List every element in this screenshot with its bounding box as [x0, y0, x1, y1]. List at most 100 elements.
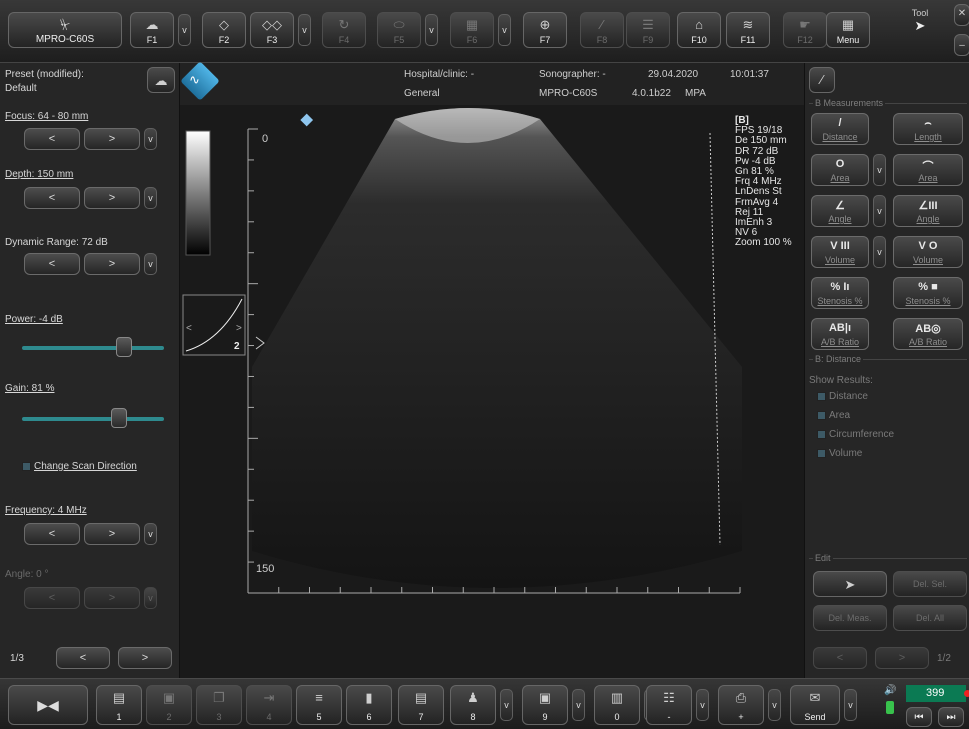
close-button[interactable]: ✕ [954, 4, 969, 26]
function-key-f11[interactable]: ≋ F11 [726, 12, 770, 48]
bottom-key-dropdown[interactable]: v [500, 689, 513, 721]
function-key-f12[interactable]: ☛ F12 [783, 12, 827, 48]
menu-button[interactable]: ▦ Menu [826, 12, 870, 48]
bottom-key-5[interactable]: ≡ 5 [296, 685, 342, 725]
show-distance-checkbox[interactable]: Distance [817, 391, 868, 402]
bottom-key-3[interactable]: ❐ 3 [196, 685, 242, 725]
bottom-key-4[interactable]: ⇥ 4 [246, 685, 292, 725]
depth-next-button[interactable]: > [84, 187, 140, 209]
function-key-f1[interactable]: ☁ F1 [130, 12, 174, 48]
focus-next-button[interactable]: > [84, 128, 140, 150]
measure-tool-button[interactable]: ∕ [809, 67, 835, 93]
select-pointer-button[interactable]: ➤ [813, 571, 887, 597]
measure-angle-button[interactable]: ∠ Angle [811, 195, 869, 227]
ultrasound-scan[interactable]: < > [180, 105, 804, 678]
measure-dropdown-button[interactable]: v [873, 154, 886, 186]
cine-first-button[interactable]: ⏮ [906, 707, 932, 727]
bottom-key-plus[interactable]: ⎙ + [718, 685, 764, 725]
checkbox-box[interactable] [817, 392, 826, 401]
bottom-key-dropdown[interactable]: v [572, 689, 585, 721]
cine-last-button[interactable]: ⏭ [938, 707, 964, 727]
angle-dropdown-button[interactable]: v [144, 587, 157, 609]
dynamic-range-dropdown-button[interactable]: v [144, 253, 157, 275]
bottom-key-send[interactable]: ✉ Send [790, 685, 840, 725]
bottom-key-2[interactable]: ▣ 2 [146, 685, 192, 725]
measure-stenosis--button[interactable]: % ■ Stenosis % [893, 277, 963, 309]
checkbox-box[interactable] [817, 449, 826, 458]
focus-prev-button[interactable]: < [24, 128, 80, 150]
angle-next-button[interactable]: > [84, 587, 140, 609]
probe-button[interactable]: ⏧ MPRO-C60S [8, 12, 122, 48]
left-page-next-button[interactable]: > [118, 647, 172, 669]
checkbox-box[interactable] [817, 430, 826, 439]
measure-stenosis--button[interactable]: % Iı Stenosis % [811, 277, 869, 309]
checkbox-box[interactable] [22, 462, 31, 471]
measure-volume-button[interactable]: V III Volume [811, 236, 869, 268]
function-key-f1-dropdown[interactable]: v [178, 14, 191, 46]
measure-area-button[interactable]: ⌒ Area [893, 154, 963, 186]
bottom-key-minus[interactable]: ☷ - [646, 685, 692, 725]
function-key-f6-dropdown[interactable]: v [498, 14, 511, 46]
image-param-line: Zoom 100 % [735, 237, 792, 249]
measure-distance-button[interactable]: / Distance [811, 113, 869, 145]
measure-dropdown-button[interactable]: v [873, 195, 886, 227]
frequency-next-button[interactable]: > [84, 523, 140, 545]
gain-slider[interactable] [22, 408, 164, 428]
right-page-next-button[interactable]: > [875, 647, 929, 669]
power-slider-handle[interactable] [116, 337, 133, 357]
measure-a-b-ratio-button[interactable]: AB|ı A/B Ratio [811, 318, 869, 350]
minimize-button[interactable]: – [954, 34, 969, 56]
pages-icon: ▤ [414, 690, 428, 705]
depth-prev-button[interactable]: < [24, 187, 80, 209]
gain-slider-handle[interactable] [110, 408, 127, 428]
bottom-key-dropdown[interactable]: v [696, 689, 709, 721]
measure-volume-button[interactable]: V O Volume [893, 236, 963, 268]
delete-measurement-button[interactable]: Del. Meas. [813, 605, 887, 631]
bottom-key-dropdown[interactable]: v [844, 689, 857, 721]
bottom-key-dropdown[interactable]: v [768, 689, 781, 721]
change-scan-direction-checkbox[interactable]: Change Scan Direction [22, 461, 137, 472]
dynamic-range-next-button[interactable]: > [84, 253, 140, 275]
frequency-prev-button[interactable]: < [24, 523, 80, 545]
bottom-key-6[interactable]: ▮ 6 [346, 685, 392, 725]
tool-indicator[interactable]: Tool ➤ [900, 8, 940, 48]
measure-dropdown-button[interactable]: v [873, 236, 886, 268]
show-volume-checkbox[interactable]: Volume [817, 448, 862, 459]
left-page-prev-button[interactable]: < [56, 647, 110, 669]
delete-selected-button[interactable]: Del. Sel. [893, 571, 967, 597]
frequency-dropdown-button[interactable]: v [144, 523, 157, 545]
function-key-f5[interactable]: ⬭ F5 [377, 12, 421, 48]
show-circumference-checkbox[interactable]: Circumference [817, 429, 894, 440]
measure-angle-button[interactable]: ∠III Angle [893, 195, 963, 227]
function-key-f9[interactable]: ☰ F9 [626, 12, 670, 48]
delete-all-button[interactable]: Del. All [893, 605, 967, 631]
dynamic-range-prev-button[interactable]: < [24, 253, 80, 275]
measure-area-button[interactable]: O Area [811, 154, 869, 186]
function-key-f6[interactable]: ▦ F6 [450, 12, 494, 48]
function-key-f2[interactable]: ◇ F2 [202, 12, 246, 48]
measure-length-button[interactable]: ⌢ Length [893, 113, 963, 145]
right-page-prev-button[interactable]: < [813, 647, 867, 669]
bottom-key-1[interactable]: ▤ 1 [96, 685, 142, 725]
bottom-key-9[interactable]: ▣ 9 [522, 685, 568, 725]
angle-prev-button[interactable]: < [24, 587, 80, 609]
function-key-f3-dropdown[interactable]: v [298, 14, 311, 46]
freeze-button[interactable]: ▶◀ [8, 685, 88, 725]
ultrasound-image-area[interactable]: < > 0 150 2 [180, 105, 804, 678]
checkbox-box[interactable] [817, 411, 826, 420]
function-key-f5-dropdown[interactable]: v [425, 14, 438, 46]
preset-button[interactable]: ☁ [147, 67, 175, 93]
show-area-checkbox[interactable]: Area [817, 410, 850, 421]
bottom-key-8[interactable]: ♟ 8 [450, 685, 496, 725]
measure-a-b-ratio-button[interactable]: AB◎ A/B Ratio [893, 318, 963, 350]
power-slider[interactable] [22, 337, 164, 357]
function-key-f7[interactable]: ⊕ F7 [523, 12, 567, 48]
depth-dropdown-button[interactable]: v [144, 187, 157, 209]
bottom-key-7[interactable]: ▤ 7 [398, 685, 444, 725]
bottom-key-0[interactable]: ▥ 0 [594, 685, 640, 725]
function-key-f10[interactable]: ⌂ F10 [677, 12, 721, 48]
function-key-f3[interactable]: ◇◇ F3 [250, 12, 294, 48]
function-key-f4[interactable]: ↻ F4 [322, 12, 366, 48]
focus-dropdown-button[interactable]: v [144, 128, 157, 150]
function-key-f8[interactable]: ∕ F8 [580, 12, 624, 48]
